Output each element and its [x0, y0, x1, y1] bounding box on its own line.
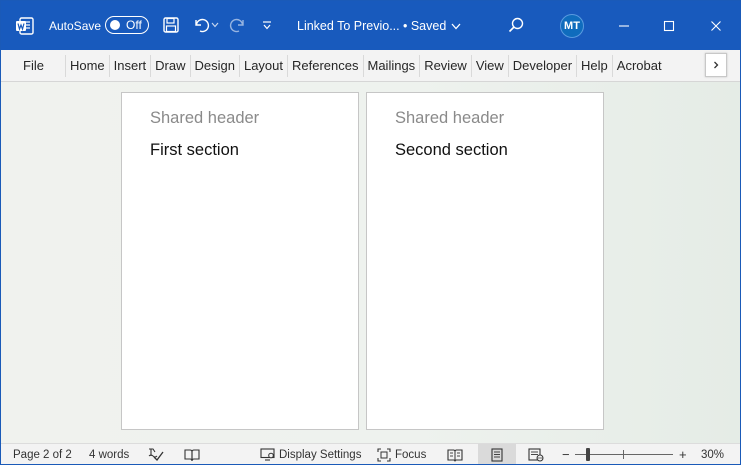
print-layout-icon	[491, 447, 503, 462]
tab-mailings[interactable]: Mailings	[364, 51, 420, 81]
page-count[interactable]: Page 2 of 2	[13, 444, 72, 464]
display-settings-button[interactable]: Display Settings	[260, 444, 362, 464]
proofing-icon[interactable]	[148, 444, 165, 464]
word-window: AutoSave Off Linked To Previo... • Saved…	[0, 0, 741, 465]
tab-acrobat-label: Acrobat	[616, 58, 662, 73]
tab-insert-label: Insert	[113, 58, 147, 73]
autosave-state: Off	[126, 18, 142, 32]
word-count[interactable]: 4 words	[89, 444, 129, 464]
tab-design-label: Design	[194, 58, 235, 73]
tab-developer-label: Developer	[512, 58, 573, 73]
user-avatar[interactable]: MT	[560, 14, 584, 38]
more-tabs-button[interactable]	[705, 53, 727, 77]
zoom-slider-thumb[interactable]	[586, 448, 590, 461]
tab-review-label: Review	[424, 58, 467, 73]
focus-label: Focus	[395, 448, 427, 461]
web-layout-button[interactable]	[528, 444, 544, 464]
undo-icon[interactable]	[191, 15, 211, 35]
page-body-text[interactable]: Second section	[395, 141, 508, 160]
print-layout-button[interactable]	[478, 444, 516, 464]
autosave-label: AutoSave	[49, 19, 102, 33]
tab-view[interactable]: View	[472, 51, 508, 81]
read-mode-button[interactable]	[447, 444, 463, 464]
maximize-button[interactable]	[656, 13, 682, 39]
tab-developer[interactable]: Developer	[509, 51, 576, 81]
document-page-2[interactable]: Shared header Second section	[366, 92, 604, 430]
tab-home-label: Home	[69, 58, 105, 73]
page-body-text[interactable]: First section	[150, 141, 239, 160]
zoom-in-button[interactable]: +	[679, 444, 687, 464]
read-mode-icon	[447, 448, 463, 462]
status-bar: Page 2 of 2 4 words Display Settings Foc…	[1, 443, 740, 464]
customize-toolbar-icon[interactable]	[259, 17, 275, 33]
tab-layout-label: Layout	[243, 58, 284, 73]
tab-help-label: Help	[581, 58, 608, 73]
zoom-level[interactable]: 30%	[701, 444, 724, 464]
minimize-button[interactable]	[611, 13, 637, 39]
focus-mode-button[interactable]: Focus	[377, 444, 427, 464]
minimize-icon	[619, 25, 629, 27]
maximize-icon	[663, 20, 675, 32]
undo-dropdown-icon[interactable]	[210, 19, 220, 31]
tab-draw[interactable]: Draw	[151, 51, 189, 81]
tab-draw-label: Draw	[155, 58, 186, 73]
close-icon	[711, 21, 721, 31]
autosave-toggle[interactable]: Off	[105, 16, 149, 34]
save-status-text: • Saved	[403, 19, 447, 33]
save-icon[interactable]	[161, 15, 181, 35]
tab-acrobat[interactable]: Acrobat	[613, 51, 666, 81]
monitor-icon	[260, 448, 275, 461]
tab-design[interactable]: Design	[191, 51, 239, 81]
page-header[interactable]: Shared header	[150, 109, 259, 128]
close-button[interactable]	[703, 13, 729, 39]
tab-review[interactable]: Review	[420, 51, 471, 81]
document-canvas[interactable]: Shared header First section Shared heade…	[1, 82, 740, 443]
tab-home[interactable]: Home	[66, 51, 109, 81]
page-header[interactable]: Shared header	[395, 109, 504, 128]
toggle-knob	[110, 20, 120, 30]
chevron-down-icon	[451, 23, 461, 29]
redo-icon[interactable]	[228, 15, 248, 35]
tab-insert[interactable]: Insert	[110, 51, 151, 81]
tab-file[interactable]: File	[23, 51, 44, 81]
tab-help[interactable]: Help	[577, 51, 612, 81]
search-icon[interactable]	[506, 15, 526, 35]
word-app-icon[interactable]	[15, 16, 35, 36]
display-settings-label: Display Settings	[279, 448, 362, 461]
ribbon-tabs: File Home Insert Draw Design Layout Refe…	[1, 50, 740, 82]
focus-icon	[377, 447, 391, 462]
tab-mailings-label: Mailings	[367, 58, 416, 73]
tab-view-label: View	[475, 58, 504, 73]
web-layout-icon	[528, 447, 544, 461]
document-page-1[interactable]: Shared header First section	[121, 92, 359, 430]
tab-references-label: References	[292, 58, 359, 73]
zoom-out-button[interactable]: −	[562, 444, 570, 464]
accessibility-icon[interactable]	[184, 444, 200, 464]
zoom-slider-center-mark	[623, 450, 624, 459]
tab-references[interactable]: References	[288, 51, 362, 81]
title-bar: AutoSave Off Linked To Previo... • Saved…	[1, 1, 740, 50]
save-status-button[interactable]: • Saved	[403, 16, 461, 36]
chevron-right-icon	[714, 61, 719, 69]
tab-layout[interactable]: Layout	[240, 51, 287, 81]
document-title[interactable]: Linked To Previo...	[297, 16, 400, 36]
